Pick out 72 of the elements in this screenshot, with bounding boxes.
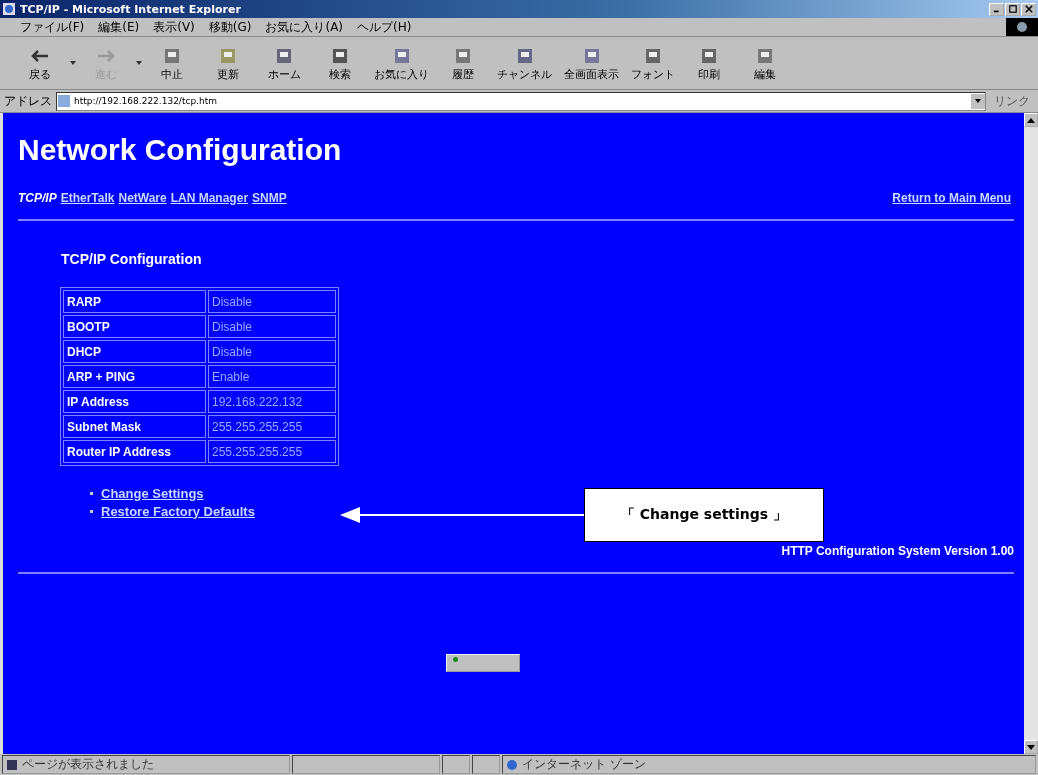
toolbar-button[interactable]: 中止: [146, 44, 198, 82]
toolbar-button[interactable]: 編集: [739, 44, 791, 82]
table-cell: Subnet Mask: [63, 415, 206, 438]
up-arrow-icon: [1027, 117, 1035, 123]
toolbar-button[interactable]: フォント: [627, 44, 679, 82]
menu-item[interactable]: お気に入り(A): [265, 18, 344, 36]
table-cell: BOOTP: [63, 315, 206, 338]
page-icon: [6, 758, 18, 771]
table-cell: 255.255.255.255: [208, 440, 336, 463]
table-cell: Disable: [208, 340, 336, 363]
menu-item[interactable]: ファイル(F): [20, 18, 85, 36]
caret-icon: [975, 99, 981, 103]
nav-tab[interactable]: TCP/IP: [18, 191, 57, 205]
browser-icon: [2, 2, 16, 16]
table-cell: RARP: [63, 290, 206, 313]
throbber-icon: [1006, 18, 1038, 36]
table-cell: DHCP: [63, 340, 206, 363]
nav-tab[interactable]: NetWare: [118, 191, 167, 205]
address-field[interactable]: http://192.168.222.132/tcp.htm: [56, 91, 986, 111]
section-title: TCP/IP Configuration: [61, 251, 203, 267]
nav-tab[interactable]: LAN Manager: [170, 191, 249, 205]
menu-item[interactable]: 表示(V): [153, 18, 195, 36]
version-text: HTTP Configuration System Version 1.00: [781, 544, 1014, 558]
dot-icon: [453, 657, 458, 662]
toolbar-button[interactable]: お気に入り: [370, 44, 433, 82]
toolbar-button[interactable]: 全画面表示: [560, 44, 623, 82]
table-cell: 255.255.255.255: [208, 415, 336, 438]
table-cell: ARP + PING: [63, 365, 206, 388]
toolbar-button[interactable]: 戻る: [14, 44, 66, 82]
status-message: ページが表示されました: [22, 756, 154, 773]
maximize-button[interactable]: [1005, 2, 1020, 16]
nav-tab[interactable]: SNMP: [252, 191, 287, 205]
toolbar-button[interactable]: 印刷: [683, 44, 735, 82]
close-button[interactable]: [1021, 2, 1036, 16]
page-heading: Network Configuration: [18, 133, 343, 167]
settings-link[interactable]: Restore Factory Defaults: [101, 503, 255, 519]
close-icon: [1024, 5, 1033, 13]
status-panel: [472, 755, 500, 774]
address-label: アドレス: [4, 92, 52, 110]
page-icon: [57, 94, 71, 108]
toolbar-button[interactable]: 更新: [202, 44, 254, 82]
maximize-icon: [1008, 5, 1017, 13]
minimize-button[interactable]: [989, 2, 1004, 16]
scroll-up-button[interactable]: [1024, 113, 1038, 127]
bullet-icon: [90, 509, 93, 513]
menu-item[interactable]: 編集(E): [98, 18, 140, 36]
toolbar-button[interactable]: 検索: [314, 44, 366, 82]
settings-link[interactable]: Change Settings: [101, 485, 204, 501]
status-panel: [442, 755, 470, 774]
dropdown-button[interactable]: [971, 93, 985, 109]
table-cell: Disable: [208, 315, 336, 338]
toolbar-button[interactable]: チャンネル: [493, 44, 556, 82]
return-link[interactable]: Return to Main Menu: [892, 191, 1011, 205]
scroll-down-button[interactable]: [1024, 740, 1038, 754]
down-arrow-icon: [1027, 744, 1035, 750]
globe-icon: [506, 758, 518, 771]
callout-box: 「 Change settings 」: [584, 488, 824, 542]
toolbar-button[interactable]: 履歴: [437, 44, 489, 82]
table-cell: 192.168.222.132: [208, 390, 336, 413]
zone-text: インターネット ゾーン: [522, 756, 646, 773]
window-title: TCP/IP - Microsoft Internet Explorer: [20, 2, 242, 16]
table-cell: IP Address: [63, 390, 206, 413]
scrollbar[interactable]: [1024, 113, 1038, 754]
toolbar-button[interactable]: ホーム: [258, 44, 310, 82]
bullet-icon: [90, 491, 93, 495]
menu-item[interactable]: ヘルプ(H): [357, 18, 412, 36]
menu-item[interactable]: 移動(G): [208, 18, 252, 36]
links-button[interactable]: リンク: [990, 92, 1034, 110]
table-cell: Disable: [208, 290, 336, 313]
table-cell: Enable: [208, 365, 336, 388]
table-cell: Router IP Address: [63, 440, 206, 463]
nav-tab[interactable]: EtherTalk: [60, 191, 115, 205]
